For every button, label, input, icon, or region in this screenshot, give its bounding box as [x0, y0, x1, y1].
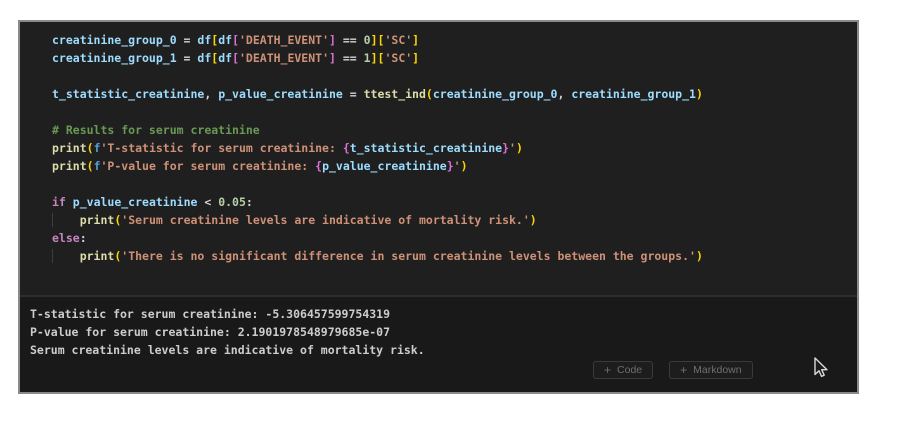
code-line [52, 175, 857, 193]
code-lines: creatinine_group_0 = df[df['DEATH_EVENT'… [52, 31, 857, 265]
output-lines: T-statistic for serum creatinine: -5.306… [30, 305, 857, 359]
code-editor[interactable]: creatinine_group_0 = df[df['DEATH_EVENT'… [20, 22, 857, 295]
code-line: # Results for serum creatinine [52, 121, 857, 139]
output-line: Serum creatinine levels are indicative o… [30, 341, 857, 359]
mouse-cursor-icon [810, 356, 832, 380]
code-line: if p_value_creatinine < 0.05: [52, 193, 857, 211]
add-markdown-label: Markdown [693, 364, 741, 376]
code-line: creatinine_group_1 = df[df['DEATH_EVENT'… [52, 49, 857, 67]
notebook-panel: creatinine_group_0 = df[df['DEATH_EVENT'… [18, 20, 859, 394]
add-code-button[interactable]: + Code [593, 361, 653, 379]
code-line: else: [52, 229, 857, 247]
code-line: print(f'T-statistic for serum creatinine… [52, 139, 857, 157]
cell-output-area: T-statistic for serum creatinine: -5.306… [20, 297, 857, 392]
add-code-label: Code [617, 364, 642, 376]
code-line: print(f'P-value for serum creatinine: {p… [52, 157, 857, 175]
page-background: creatinine_group_0 = df[df['DEATH_EVENT'… [0, 0, 909, 429]
add-markdown-button[interactable]: + Markdown [669, 361, 752, 379]
plus-icon: + [604, 364, 611, 376]
output-line: P-value for serum creatinine: 2.19019785… [30, 323, 857, 341]
code-line [52, 67, 857, 85]
code-line: creatinine_group_0 = df[df['DEATH_EVENT'… [52, 31, 857, 49]
code-line: t_statistic_creatinine, p_value_creatini… [52, 85, 857, 103]
code-line [52, 103, 857, 121]
code-line: print('There is no significant differenc… [52, 247, 857, 265]
code-line: print('Serum creatinine levels are indic… [52, 211, 857, 229]
output-line: T-statistic for serum creatinine: -5.306… [30, 305, 857, 323]
cell-insert-toolbar: + Code + Markdown [593, 361, 753, 379]
plus-icon: + [680, 364, 687, 376]
